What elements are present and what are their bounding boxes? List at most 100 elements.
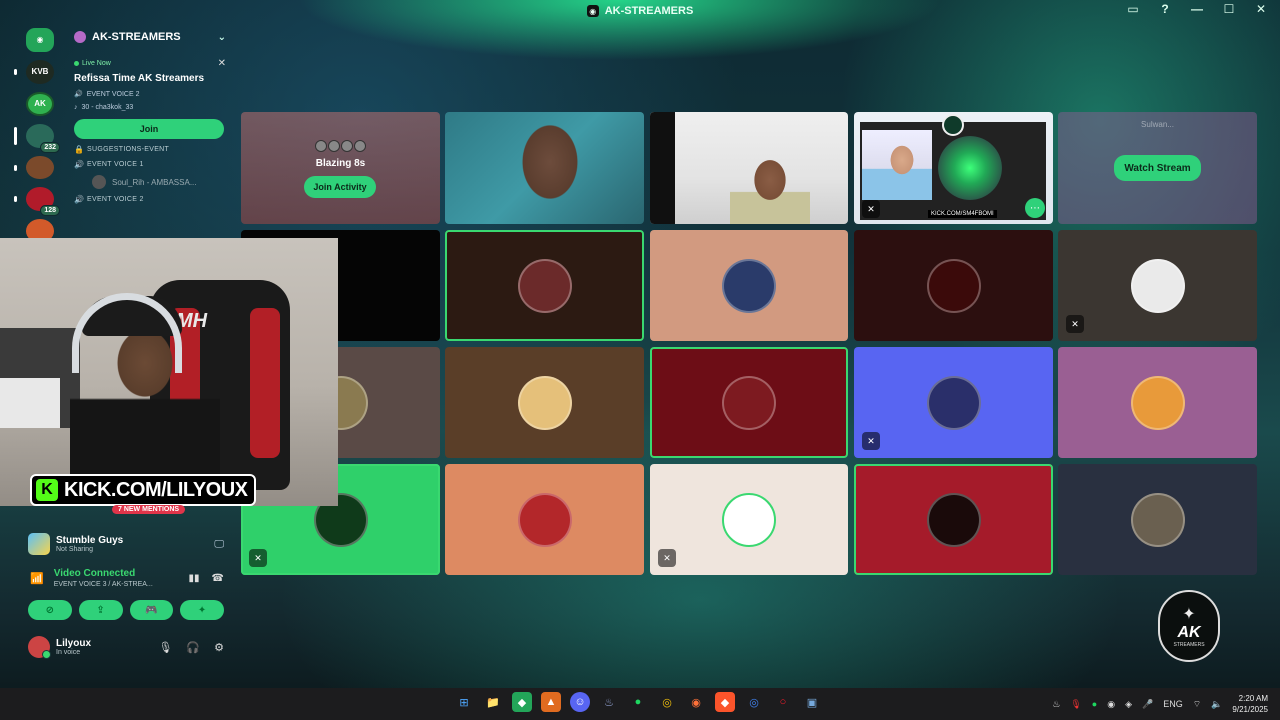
mic-tray-icon[interactable]: 🎙 — [1070, 699, 1081, 710]
participant-tile[interactable] — [1058, 464, 1257, 575]
server-icon[interactable]: 128 — [14, 187, 60, 217]
user-panel: Lilyoux In voice 🎙 🎧 ⚙ — [28, 636, 224, 659]
live-now-label: Live Now — [82, 60, 111, 67]
channel-item[interactable]: 🔊 EVENT VOICE 2 — [74, 195, 234, 204]
avatar — [92, 175, 106, 189]
settings-gear-icon[interactable]: ⚙ — [214, 641, 224, 654]
avatar — [722, 375, 776, 430]
channel-item[interactable]: 🔊 EVENT VOICE 1 — [74, 160, 234, 169]
stream-orb — [938, 136, 1002, 200]
background-shelf — [0, 378, 60, 428]
channel-item[interactable]: 🔒 SUGGESTIONS-EVENT — [74, 145, 234, 154]
spotify-tray-icon[interactable]: ● — [1092, 699, 1097, 709]
video-tile[interactable] — [650, 112, 848, 224]
microphone-icon[interactable]: 🎙 — [158, 641, 172, 654]
close-icon[interactable]: ✕ — [218, 58, 226, 69]
more-options-icon[interactable]: ⋯ — [1025, 198, 1045, 218]
video-tile[interactable] — [445, 112, 644, 224]
discord-icon[interactable]: ☺ — [570, 692, 590, 712]
participant-tile[interactable] — [445, 464, 644, 575]
event-host: 30 - cha3kok_33 — [81, 104, 134, 111]
participant-tile[interactable]: ✕ — [650, 464, 848, 575]
kick-banner: K KICK.COM/LILYOUX — [30, 474, 256, 506]
active-pill — [14, 126, 17, 145]
streamer-video — [862, 130, 932, 200]
discord-taskbar-icon[interactable]: ◆ — [512, 692, 532, 712]
app-tray-icon[interactable]: ◉ — [1107, 699, 1115, 710]
mute-icon: ✕ — [658, 549, 676, 567]
clock[interactable]: 2:20 AM 9/21/2025 — [1232, 693, 1268, 715]
close-button[interactable]: ✕ — [1252, 2, 1270, 16]
server-icon[interactable]: KVB — [14, 59, 54, 84]
start-button-icon[interactable]: ⊞ — [454, 692, 474, 712]
system-tray: ♨ 🎙 ● ◉ ◈ 🎤 ENG ⌔ 🔈 2:20 AM 9/21/2025 — [1052, 688, 1268, 720]
server-icon[interactable]: 232 — [14, 123, 60, 153]
headset-icon[interactable]: 🎧 — [186, 641, 200, 654]
windows-taskbar: ⊞ 📁 ◆ ▲ ☺ ♨ ● ◎ ◉ ◆ ◎ ○ ▣ ♨ 🎙 ● ◉ ◈ 🎤 EN… — [0, 688, 1280, 720]
server-icon[interactable] — [14, 155, 54, 180]
camera-off-button[interactable]: ⊘ — [28, 600, 72, 620]
stream-tile[interactable]: KICK.COM/SM4FBOMI ⋯ ✕ — [854, 112, 1053, 224]
activity-tile[interactable]: Blazing 8s Join Activity — [241, 112, 440, 224]
game-icon — [28, 533, 50, 555]
app-icon[interactable]: ▣ — [802, 692, 822, 712]
participant-tile[interactable]: ✕ — [1058, 230, 1257, 341]
activity-button[interactable]: 🎮 — [129, 600, 174, 620]
join-activity-button[interactable]: Join Activity — [304, 176, 376, 198]
network-tray-icon[interactable]: ◈ — [1125, 699, 1132, 710]
help-icon[interactable]: ? — [1156, 2, 1174, 16]
steam-tray-icon[interactable]: ♨ — [1052, 699, 1060, 710]
brave-icon[interactable]: ◆ — [715, 692, 735, 712]
participant-tile[interactable] — [854, 230, 1053, 341]
new-mentions-badge[interactable]: 7 NEW MENTIONS — [112, 505, 186, 514]
server-header[interactable]: AK-STREAMERS ⌄ — [66, 26, 234, 48]
volume-icon[interactable]: 🔈 — [1211, 699, 1222, 710]
firefox-icon[interactable]: ◉ — [686, 692, 706, 712]
chrome-icon[interactable]: ◎ — [657, 692, 677, 712]
spotify-icon[interactable]: ● — [628, 692, 648, 712]
kick-logo-icon: K — [36, 479, 58, 501]
chevron-down-icon[interactable]: ⌄ — [218, 32, 226, 43]
chrome-icon[interactable]: ◎ — [744, 692, 764, 712]
avatar — [926, 492, 981, 547]
webcam-overlay: MH K KICK.COM/LILYOUX — [0, 238, 338, 506]
server-logo-icon — [942, 114, 964, 136]
mute-icon: ✕ — [862, 200, 880, 218]
participant-tile[interactable] — [1058, 347, 1257, 458]
activity-status[interactable]: Stumble Guys Not Sharing 🖵 — [28, 531, 224, 557]
noise-suppression-icon[interactable]: ▮▮ — [189, 573, 200, 584]
disconnect-icon[interactable]: ☎ — [212, 573, 224, 584]
watch-stream-button[interactable]: Watch Stream — [1114, 155, 1201, 181]
minimize-button[interactable]: — — [1188, 2, 1206, 16]
participant-tile[interactable] — [445, 230, 644, 341]
stream-preview-tile[interactable]: Sulwan... Watch Stream — [1058, 112, 1257, 224]
user-avatar[interactable] — [28, 636, 51, 659]
participant-tile[interactable]: ✕ — [854, 347, 1053, 458]
participant-tile[interactable] — [650, 230, 848, 341]
avatar — [926, 375, 981, 430]
screen-share-icon[interactable]: 🖵 — [214, 539, 224, 550]
maximize-button[interactable]: ☐ — [1220, 2, 1238, 16]
wifi-icon[interactable]: ⌔ — [1193, 699, 1201, 710]
steam-icon[interactable]: ♨ — [599, 692, 619, 712]
file-explorer-icon[interactable]: 📁 — [483, 692, 503, 712]
voice-member[interactable]: Soul_Rih - AMBASSA... — [92, 175, 234, 189]
participant-tile[interactable] — [650, 347, 848, 458]
unread-pill — [14, 68, 17, 75]
language-indicator[interactable]: ENG — [1163, 699, 1183, 709]
lock-icon: 🔒 — [74, 145, 85, 154]
soundboard-button[interactable]: ✦ — [180, 600, 224, 620]
participant-tile[interactable] — [445, 347, 644, 458]
logo-text: AK — [1177, 624, 1201, 641]
discord-home-button[interactable]: ◉ — [26, 28, 54, 52]
share-screen-button[interactable]: ⇪ — [78, 600, 123, 620]
inbox-icon[interactable]: ▭ — [1124, 2, 1142, 16]
participant-tile[interactable] — [854, 464, 1053, 575]
mic-icon[interactable]: 🎤 — [1142, 699, 1153, 710]
join-event-button[interactable]: Join — [74, 119, 224, 139]
voice-channel[interactable]: EVENT VOICE 3 / AK-STREA... — [54, 581, 153, 588]
ak-streamers-logo: ✦ AK STREAMERS — [1158, 590, 1220, 662]
server-icon-ak[interactable]: AK — [26, 91, 54, 116]
opera-icon[interactable]: ○ — [773, 692, 793, 712]
app-icon[interactable]: ▲ — [541, 692, 561, 712]
